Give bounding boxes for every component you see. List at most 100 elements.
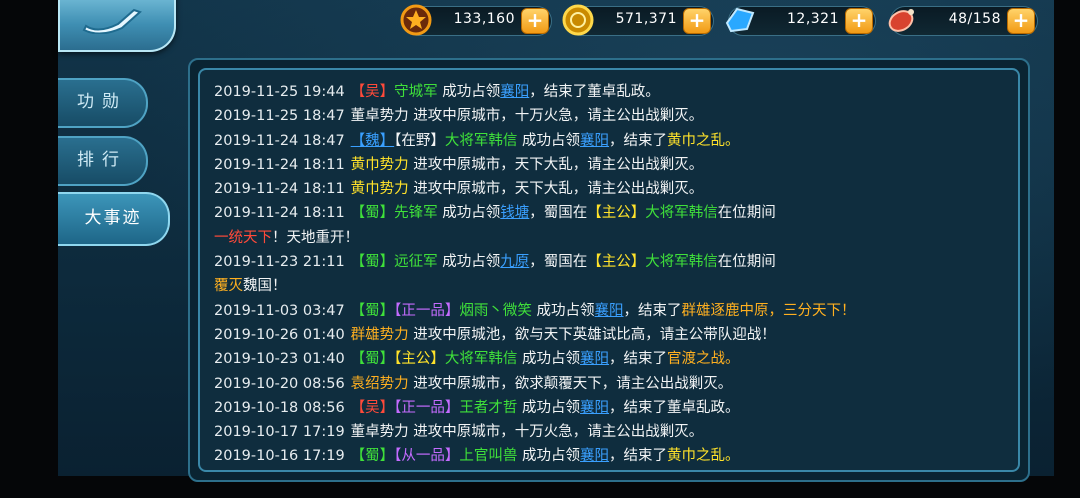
event-log-line: 覆灭魏国！ <box>214 274 1014 298</box>
event-timestamp: 2019-10-23 01:40 <box>214 351 345 368</box>
event-text: ，结束了 <box>529 84 588 100</box>
events-log-frame: 2019-11-25 19:44 【吴】守城军 成功占领襄阳，结束了董卓乱政。 20… <box>198 68 1020 472</box>
resource-gold: 571,371 + <box>562 4 714 36</box>
event-text: 董卓势力 <box>350 108 409 125</box>
event-text: ，结束了 <box>609 399 668 416</box>
event-timestamp: 2019-11-25 18:47 <box>214 108 345 125</box>
event-timestamp: 2019-11-24 18:11 <box>214 205 345 222</box>
event-text: 进攻中原城市，欲求颠覆天下，请主公出战剿灭。 <box>408 375 733 392</box>
event-text: 远征军 <box>394 254 438 271</box>
event-log-line: 2019-11-25 18:47 董卓势力 进攻中原城市，十万火急，请主公出战剿灭… <box>214 104 1014 128</box>
event-log-line: 2019-11-25 19:44 【吴】守城军 成功占领襄阳，结束了董卓乱政。 <box>214 80 1014 104</box>
event-text: ，结束了 <box>623 302 682 319</box>
event-log-line: 2019-11-24 18:11 黄巾势力 进攻中原城市，天下大乱，请主公出战剿灭… <box>214 177 1014 201</box>
event-text: 进攻中原城池，欲与天下英雄试比高，请主公带队迎战！ <box>408 326 776 343</box>
event-log-line: 2019-10-20 08:56 袁绍势力 进攻中原城市，欲求颠覆天下，请主公出战… <box>214 372 1014 396</box>
event-log-line: 2019-10-18 08:56 【吴】【正一品】王者才哲 成功占领襄阳，结束了董… <box>214 396 1014 420</box>
events-panel: 2019-11-25 19:44 【吴】守城军 成功占领襄阳，结束了董卓乱政。 20… <box>188 58 1030 482</box>
event-text: 成功占领 <box>517 399 581 416</box>
event-log-line: 2019-10-26 01:40 群雄势力 进攻中原城池，欲与天下英雄试比高，请主… <box>214 323 1014 347</box>
event-text: 黄巾之乱。 <box>667 448 740 465</box>
event-city-link[interactable]: 襄阳 <box>580 351 609 367</box>
event-text: 进攻中原城市，天下大乱，请主公出战剿灭。 <box>408 181 704 198</box>
back-emblem-icon[interactable] <box>78 4 148 34</box>
game-screen: 133,160 + 571,371 + 12,321 + 48/158 + 功勋… <box>0 0 1080 498</box>
event-text: 先锋军 <box>394 205 438 222</box>
event-timestamp: 2019-11-24 18:11 <box>214 181 345 198</box>
event-text: 大将军韩信 <box>444 132 518 149</box>
event-timestamp: 2019-10-17 17:19 <box>214 424 345 441</box>
event-text: 【主公】 <box>587 254 646 271</box>
event-timestamp: 2019-10-20 08:56 <box>214 375 345 392</box>
event-log-line: 2019-11-03 03:47 【蜀】【正一品】烟雨丶微笑 成功占领襄阳，结束了… <box>214 299 1014 323</box>
event-log-line: 一统天下！天地重开！ <box>214 226 1014 250</box>
event-text: 【蜀】 <box>350 205 395 222</box>
event-text: 烟雨丶微笑 <box>459 302 532 319</box>
event-text: 黄巾之乱。 <box>667 132 740 149</box>
tab-major-events[interactable]: 大事迹 <box>58 192 170 246</box>
event-text: 在位期间 <box>717 254 776 271</box>
meat-icon <box>888 9 914 32</box>
event-text: 群雄逐鹿中原，三分天下！ <box>681 302 856 319</box>
gold-coin-icon <box>562 4 594 36</box>
event-log-line: 2019-10-23 01:40 【蜀】【主公】大将军韩信 成功占领襄阳，结束了官… <box>214 347 1014 371</box>
event-timestamp: 2019-11-23 21:11 <box>214 254 345 271</box>
event-text: 成功占领 <box>437 84 501 100</box>
event-timestamp: 2019-10-16 17:19 <box>214 448 345 465</box>
event-text: 覆灭 <box>214 278 243 295</box>
event-text: 【蜀】 <box>350 254 395 271</box>
event-city-link[interactable]: 襄阳 <box>580 400 609 416</box>
event-timestamp: 2019-10-26 01:40 <box>214 326 345 343</box>
events-log-list[interactable]: 2019-11-25 19:44 【吴】守城军 成功占领襄阳，结束了董卓乱政。 20… <box>214 80 1014 469</box>
event-city-link[interactable]: 九原 <box>500 254 529 270</box>
left-letterbox <box>0 0 58 498</box>
event-text: 袁绍势力 <box>350 375 409 392</box>
event-timestamp: 2019-11-24 18:11 <box>214 156 345 173</box>
gem-add-button[interactable]: + <box>845 8 873 34</box>
event-text: ，结束了 <box>609 448 668 465</box>
event-log-line: 2019-11-24 18:11 黄巾势力 进攻中原城市，天下大乱，请主公出战剿灭… <box>214 153 1014 177</box>
event-text: ，蜀国在 <box>529 205 588 222</box>
tab-ranking[interactable]: 排行 <box>58 136 148 186</box>
event-text: 【在野】 <box>394 132 445 149</box>
event-text: 成功占领 <box>437 254 501 271</box>
event-city-link[interactable]: 襄阳 <box>580 448 609 464</box>
event-city-link[interactable]: 【魏】 <box>351 133 395 149</box>
event-text: 【吴】 <box>350 399 395 416</box>
gold-value: 571,371 <box>615 11 677 27</box>
event-text: 群雄势力 <box>350 326 409 343</box>
event-text: ，蜀国在 <box>529 254 588 271</box>
event-text: 【蜀】 <box>350 351 395 368</box>
resource-gem: 12,321 + <box>725 6 876 36</box>
event-log-line: 2019-10-17 17:19 董卓势力 进攻中原城市，十万火急，请主公出战剿灭… <box>214 420 1014 444</box>
event-text: 王者才哲 <box>459 399 518 416</box>
tab-merit[interactable]: 功勋 <box>58 78 148 128</box>
event-timestamp: 2019-11-25 19:44 <box>214 84 345 100</box>
merit-value: 133,160 <box>453 11 515 27</box>
merit-add-button[interactable]: + <box>521 8 549 34</box>
event-timestamp: 2019-11-03 03:47 <box>214 302 345 319</box>
event-city-link[interactable]: 襄阳 <box>595 303 624 319</box>
event-city-link[interactable]: 钱塘 <box>500 205 529 221</box>
event-text: 董卓乱政。 <box>667 399 740 416</box>
event-text: 守城军 <box>394 84 438 100</box>
stamina-add-button[interactable]: + <box>1007 8 1035 34</box>
event-text: 黄巾势力 <box>350 156 409 173</box>
event-city-link[interactable]: 襄阳 <box>580 133 609 149</box>
resource-stamina: 48/158 + <box>888 6 1038 36</box>
event-text: 魏国！ <box>243 278 287 295</box>
event-city-link[interactable]: 襄阳 <box>500 84 529 100</box>
event-timestamp: 2019-10-18 08:56 <box>214 399 345 416</box>
event-text: 大将军韩信 <box>444 351 518 368</box>
gold-add-button[interactable]: + <box>683 8 711 34</box>
event-text: 【吴】 <box>350 84 395 100</box>
event-text: 大将军韩信 <box>645 205 718 222</box>
event-text: 董卓乱政。 <box>587 84 660 100</box>
event-text: 【正一品】 <box>394 399 460 416</box>
event-text: 官渡之战。 <box>667 351 740 368</box>
event-timestamp: 2019-11-24 18:47 <box>214 132 345 149</box>
event-log-line: 2019-11-23 21:11 【蜀】远征军 成功占领九原，蜀国在【主公】大将军… <box>214 250 1014 274</box>
event-text: 【蜀】 <box>350 448 395 465</box>
event-text: 【正一品】 <box>394 302 460 319</box>
event-text: 【主公】 <box>587 205 646 222</box>
